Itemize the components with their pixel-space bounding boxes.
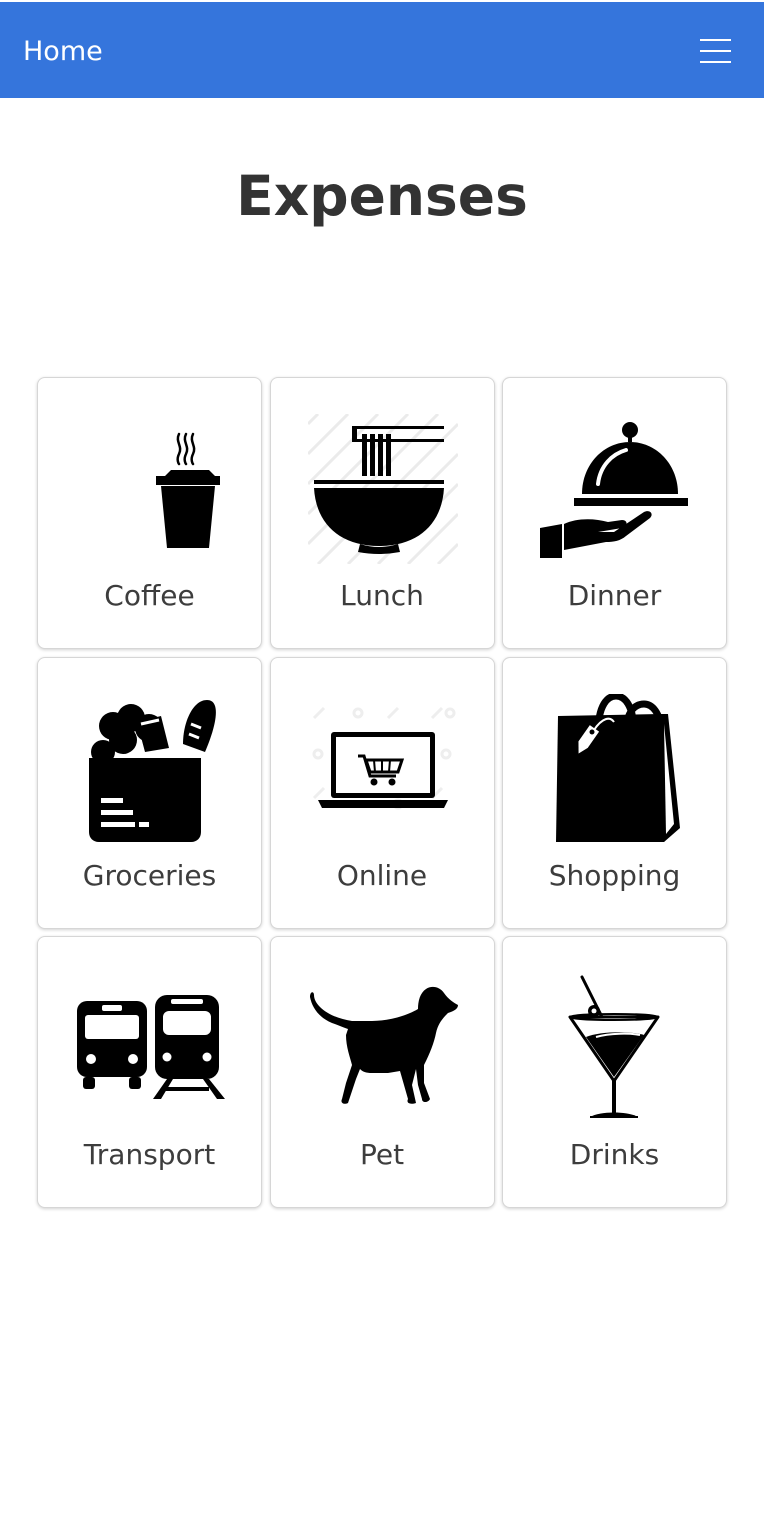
coffee-cup-icon [75, 414, 225, 564]
category-label: Shopping [548, 858, 681, 892]
home-link[interactable]: Home [23, 33, 103, 71]
category-label: Drinks [569, 1138, 660, 1171]
category-label: Coffee [104, 579, 195, 612]
top-navbar: Home [0, 2, 764, 98]
grocery-bag-icon [75, 694, 225, 844]
category-tile-drinks[interactable]: Drinks [502, 936, 727, 1208]
serving-cloche-icon [540, 414, 690, 564]
category-tile-dinner[interactable]: Dinner [502, 377, 727, 649]
cocktail-icon [540, 973, 690, 1123]
category-tile-lunch[interactable]: Lunch [269, 377, 495, 649]
expense-category-grid: Coffee Lunch Dinner Groceries Online Sho… [37, 377, 727, 1208]
noodle-bowl-icon [307, 414, 458, 564]
category-label: Dinner [567, 579, 662, 612]
category-label: Pet [359, 1138, 405, 1171]
category-tile-coffee[interactable]: Coffee [37, 377, 262, 649]
page-title: Expenses [236, 164, 528, 228]
menu-toggle-button[interactable] [686, 24, 746, 78]
category-label: Online [336, 858, 428, 892]
category-label: Lunch [340, 579, 424, 612]
category-tile-transport[interactable]: Transport [37, 936, 262, 1208]
category-label: Groceries [82, 858, 217, 892]
category-label: Transport [83, 1138, 216, 1171]
bus-train-icon [75, 973, 225, 1123]
category-tile-groceries[interactable]: Groceries [37, 656, 262, 929]
laptop-cart-icon [308, 694, 458, 844]
category-tile-shopping[interactable]: Shopping [502, 656, 727, 929]
hamburger-menu-icon [700, 39, 731, 63]
shopping-bag-icon [540, 693, 690, 844]
category-tile-pet[interactable]: Pet [269, 936, 495, 1208]
dog-icon [308, 973, 458, 1123]
category-tile-online[interactable]: Online [269, 656, 495, 929]
